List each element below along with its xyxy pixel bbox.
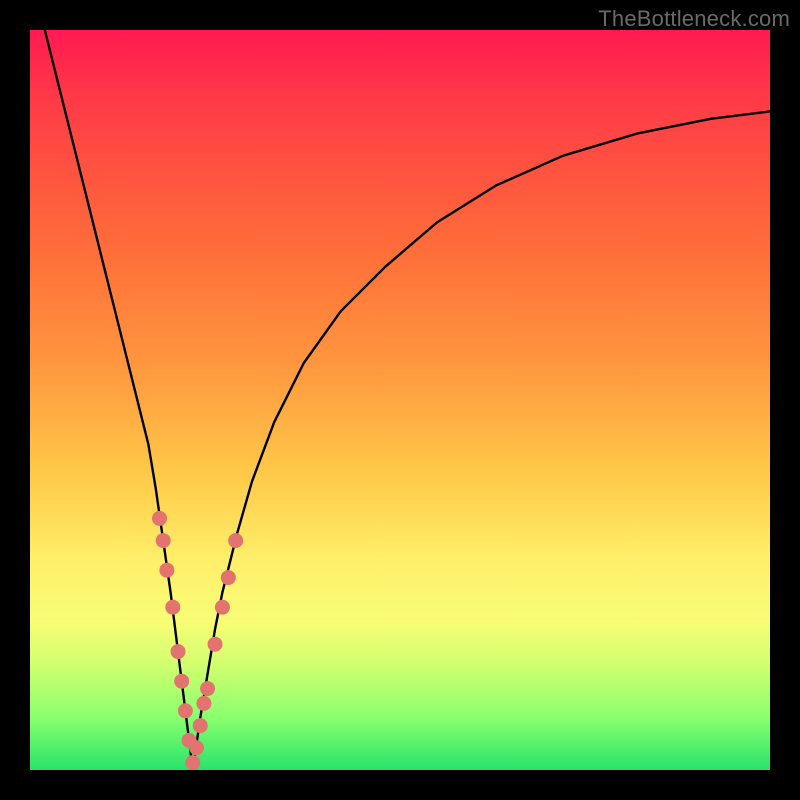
chart-frame: TheBottleneck.com (0, 0, 800, 800)
watermark-text: TheBottleneck.com (598, 6, 790, 32)
plot-area (30, 30, 770, 770)
heat-gradient (30, 30, 770, 770)
